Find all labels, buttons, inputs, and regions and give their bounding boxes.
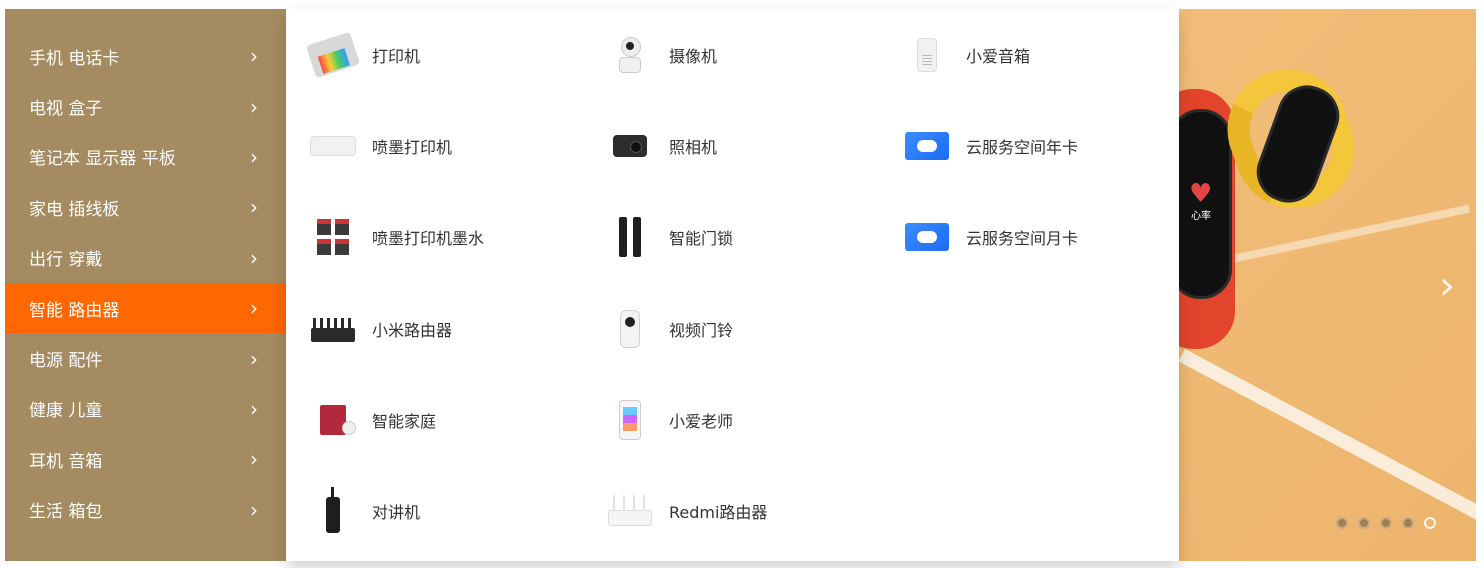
menu-item-label: 家电 插线板 — [29, 199, 120, 220]
menu-item-wearable[interactable]: 出行 穿戴 › — [5, 233, 286, 283]
product-link-cloud-year[interactable]: 云服务空间年卡 — [880, 100, 1179, 191]
product-name: 照相机 — [669, 137, 718, 157]
product-name: 小米路由器 — [372, 320, 453, 340]
photo-camera-icon — [605, 121, 655, 171]
menu-item-power[interactable]: 电源 配件 › — [5, 333, 286, 383]
learning-tablet-icon — [605, 395, 655, 445]
product-name: 打印机 — [372, 46, 421, 66]
router-icon — [308, 304, 358, 354]
product-link-xiaoai-teacher[interactable]: 小爱老师 — [583, 374, 880, 465]
product-name: 视频门铃 — [669, 320, 734, 340]
door-lock-icon — [605, 212, 655, 262]
menu-item-phone[interactable]: 手机 电话卡 › — [5, 31, 286, 81]
smart-speaker-icon — [902, 30, 952, 80]
product-link-photo-camera[interactable]: 照相机 — [583, 100, 880, 191]
walkie-talkie-icon — [308, 486, 358, 536]
redmi-router-icon — [605, 486, 655, 536]
camera-icon — [605, 30, 655, 80]
inkjet-printer-icon — [308, 121, 358, 171]
product-link-doorbell[interactable]: 视频门铃 — [583, 283, 880, 374]
menu-item-health[interactable]: 健康 儿童 › — [5, 384, 286, 434]
menu-item-label: 出行 穿戴 — [29, 250, 103, 271]
carousel-dots — [1336, 517, 1436, 529]
category-menu: 手机 电话卡 › 电视 盒子 › 笔记本 显示器 平板 › 家电 插线板 › 出… — [5, 9, 286, 561]
carousel-dot[interactable] — [1380, 517, 1392, 529]
menu-item-audio[interactable]: 耳机 音箱 › — [5, 434, 286, 484]
product-name: 对讲机 — [372, 503, 421, 523]
menu-item-label: 电视 盒子 — [29, 99, 103, 120]
product-name: 喷墨打印机 — [372, 137, 453, 157]
carousel-dot[interactable] — [1402, 517, 1414, 529]
product-link-camera[interactable]: 摄像机 — [583, 9, 880, 100]
menu-item-laptop[interactable]: 笔记本 显示器 平板 › — [5, 132, 286, 182]
printer-icon — [305, 30, 361, 80]
chevron-right-icon: › — [250, 144, 258, 169]
product-name: 喷墨打印机墨水 — [372, 229, 485, 249]
menu-item-label: 电源 配件 — [29, 351, 103, 372]
menu-item-label: 耳机 音箱 — [29, 451, 103, 472]
menu-item-label: 智能 路由器 — [29, 300, 120, 321]
menu-item-lifestyle[interactable]: 生活 箱包 › — [5, 485, 286, 535]
product-link-door-lock[interactable]: 智能门锁 — [583, 192, 880, 283]
chevron-right-icon: › — [250, 296, 258, 321]
doorbell-icon — [605, 304, 655, 354]
product-name: 云服务空间月卡 — [966, 229, 1079, 249]
chevron-right-icon: › — [250, 245, 258, 270]
product-name: 小爱音箱 — [966, 46, 1031, 66]
product-name: 小爱老师 — [669, 411, 734, 431]
heart-rate-label: 心率 — [1191, 211, 1211, 222]
menu-item-smart-router[interactable]: 智能 路由器 › — [5, 282, 286, 334]
product-link-printer[interactable]: 打印机 — [286, 9, 583, 100]
product-name: 智能门锁 — [669, 229, 734, 249]
chevron-right-icon: › — [250, 396, 258, 421]
category-flyout-panel: 打印机 喷墨打印机 喷墨打印机墨水 小米路由器 智能家庭 对讲机 摄像机 照相机… — [286, 9, 1179, 561]
ink-cartridge-icon — [308, 212, 358, 262]
product-name: 智能家庭 — [372, 411, 437, 431]
product-link-smart-speaker[interactable]: 小爱音箱 — [880, 9, 1179, 100]
menu-item-label: 手机 电话卡 — [29, 48, 120, 69]
next-slide-arrow-icon[interactable]: › — [1432, 262, 1462, 310]
chevron-right-icon: › — [250, 346, 258, 371]
carousel-dot[interactable] — [1336, 517, 1348, 529]
product-name: Redmi路由器 — [669, 503, 768, 523]
menu-item-appliance[interactable]: 家电 插线板 › — [5, 182, 286, 232]
chevron-right-icon: › — [250, 447, 258, 472]
product-link-ink[interactable]: 喷墨打印机墨水 — [286, 192, 583, 283]
product-link-mi-router[interactable]: 小米路由器 — [286, 283, 583, 374]
product-link-smart-home[interactable]: 智能家庭 — [286, 374, 583, 465]
cloud-card-icon — [902, 121, 952, 171]
cloud-card-icon — [902, 212, 952, 262]
product-name: 云服务空间年卡 — [966, 137, 1079, 157]
product-name: 摄像机 — [669, 46, 718, 66]
product-link-cloud-month[interactable]: 云服务空间月卡 — [880, 192, 1179, 283]
chevron-right-icon: › — [250, 94, 258, 119]
heart-icon: ♥ — [1189, 179, 1213, 209]
product-link-walkie-talkie[interactable]: 对讲机 — [286, 465, 583, 556]
product-link-inkjet-printer[interactable]: 喷墨打印机 — [286, 100, 583, 191]
smart-home-icon — [308, 395, 358, 445]
carousel-dot[interactable] — [1358, 517, 1370, 529]
menu-item-label: 笔记本 显示器 平板 — [29, 149, 176, 170]
chevron-right-icon: › — [250, 497, 258, 522]
chevron-right-icon: › — [250, 195, 258, 220]
carousel-dot-active[interactable] — [1424, 517, 1436, 529]
menu-item-tv[interactable]: 电视 盒子 › — [5, 81, 286, 131]
menu-item-label: 健康 儿童 — [29, 401, 103, 422]
menu-item-label: 生活 箱包 — [29, 502, 103, 523]
chevron-right-icon: › — [250, 44, 258, 69]
product-link-redmi-router[interactable]: Redmi路由器 — [583, 465, 880, 556]
